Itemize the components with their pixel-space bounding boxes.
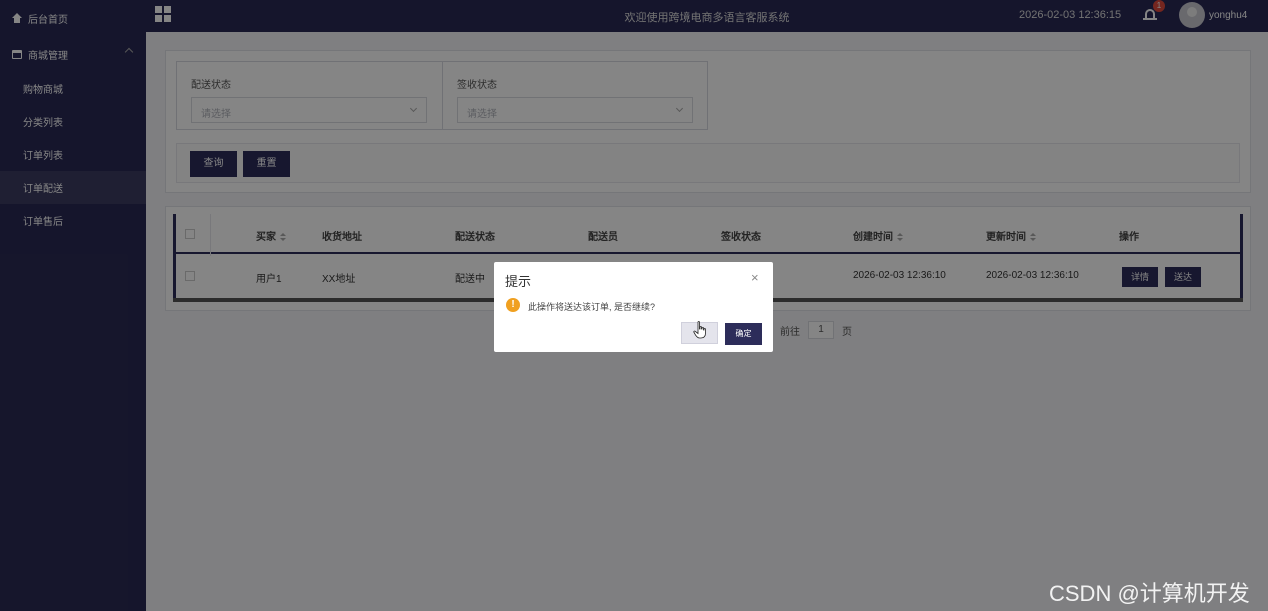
close-icon[interactable]: ×: [751, 270, 759, 285]
dialog-title: 提示: [505, 274, 532, 289]
warning-icon: !: [506, 298, 520, 312]
watermark: CSDN @计算机开发: [1049, 581, 1250, 606]
hand-cursor-icon: [693, 321, 706, 339]
dialog-message: 此操作将送达该订单, 是否继续?: [528, 302, 656, 312]
confirm-button[interactable]: 确定: [725, 323, 762, 345]
confirm-dialog: 提示 × ! 此操作将送达该订单, 是否继续? 确定: [494, 262, 773, 352]
